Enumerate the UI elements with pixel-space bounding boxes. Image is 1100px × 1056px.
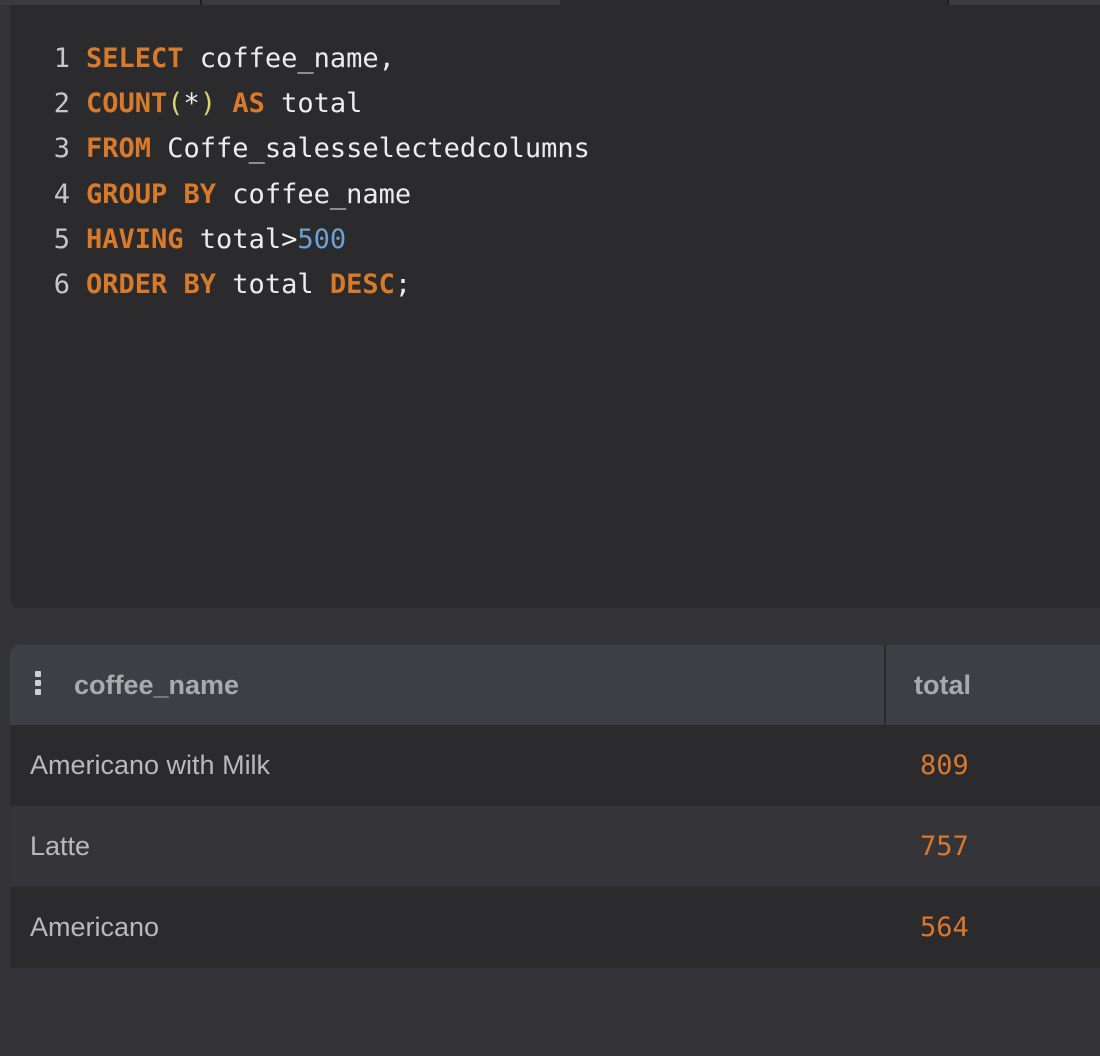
- line-number: 3: [53, 133, 70, 165]
- sql-keyword: GROUP BY: [86, 178, 217, 210]
- sql-editor[interactable]: 1 SELECT coffee_name, 2 COUNT(*) AS total 3 F…: [10, 5, 1100, 608]
- cell-total: 809: [920, 750, 969, 781]
- sql-identifier: total>: [183, 223, 298, 255]
- column-header-total[interactable]: total: [914, 645, 971, 725]
- sql-identifier: total: [264, 88, 363, 120]
- cell-coffee-name: Americano with Milk: [30, 750, 271, 780]
- line-number: 2: [53, 88, 70, 120]
- sql-identifier: ;: [394, 268, 412, 300]
- code-line[interactable]: 1 SELECT coffee_name,: [10, 36, 590, 81]
- code-line[interactable]: 3 FROM Coffe_salesselectedcolumns: [10, 126, 590, 171]
- sql-identifier: *: [183, 88, 200, 120]
- sql-paren: (: [167, 88, 184, 120]
- cell-coffee-name: Americano: [30, 912, 160, 942]
- cell-coffee-name: Latte: [30, 831, 91, 861]
- code-line[interactable]: 4 GROUP BY coffee_name: [10, 172, 590, 217]
- sql-paren: ): [199, 88, 217, 120]
- line-number: 1: [53, 43, 70, 74]
- sql-identifier: coffee_name,: [183, 43, 395, 74]
- sql-keyword: ORDER BY: [86, 268, 217, 300]
- column-resize-handle[interactable]: [884, 645, 886, 725]
- results-header: coffee_name total: [10, 645, 1100, 725]
- column-header-coffee-name[interactable]: coffee_name: [74, 645, 239, 725]
- sql-identifier: coffee_name: [216, 178, 412, 210]
- line-number: 5: [53, 223, 70, 255]
- cell-total: 564: [920, 912, 969, 943]
- code-content[interactable]: 1 SELECT coffee_name, 2 COUNT(*) AS total 3 F…: [10, 36, 590, 307]
- table-row[interactable]: Americano 564: [10, 887, 1100, 968]
- sql-keyword: HAVING: [86, 223, 184, 255]
- sql-keyword: AS: [232, 88, 265, 120]
- sql-keyword: FROM: [86, 133, 152, 165]
- code-line[interactable]: 6 ORDER BY total DESC;: [10, 262, 590, 307]
- line-number: 4: [53, 178, 70, 210]
- sql-keyword: DESC: [329, 268, 395, 300]
- table-row[interactable]: Latte 757: [10, 806, 1100, 887]
- sql-workspace: 1 SELECT coffee_name, 2 COUNT(*) AS total 3 F…: [0, 0, 1100, 1056]
- sql-keyword: COUNT: [86, 88, 168, 120]
- sql-identifier: total: [216, 268, 330, 300]
- sql-keyword: SELECT: [86, 43, 184, 74]
- cell-total: 757: [920, 831, 969, 862]
- results-grid: coffee_name total Americano with Milk 80…: [10, 645, 1100, 968]
- code-line[interactable]: 5 HAVING total>500: [10, 217, 590, 262]
- kebab-vertical-icon[interactable]: [35, 671, 41, 695]
- sql-identifier: [216, 88, 232, 119]
- sql-number: 500: [297, 223, 347, 255]
- table-row[interactable]: Americano with Milk 809: [10, 725, 1100, 806]
- sql-identifier: Coffe_salesselectedcolumns: [151, 133, 590, 165]
- line-number: 6: [53, 268, 70, 300]
- code-line[interactable]: 2 COUNT(*) AS total: [10, 81, 590, 126]
